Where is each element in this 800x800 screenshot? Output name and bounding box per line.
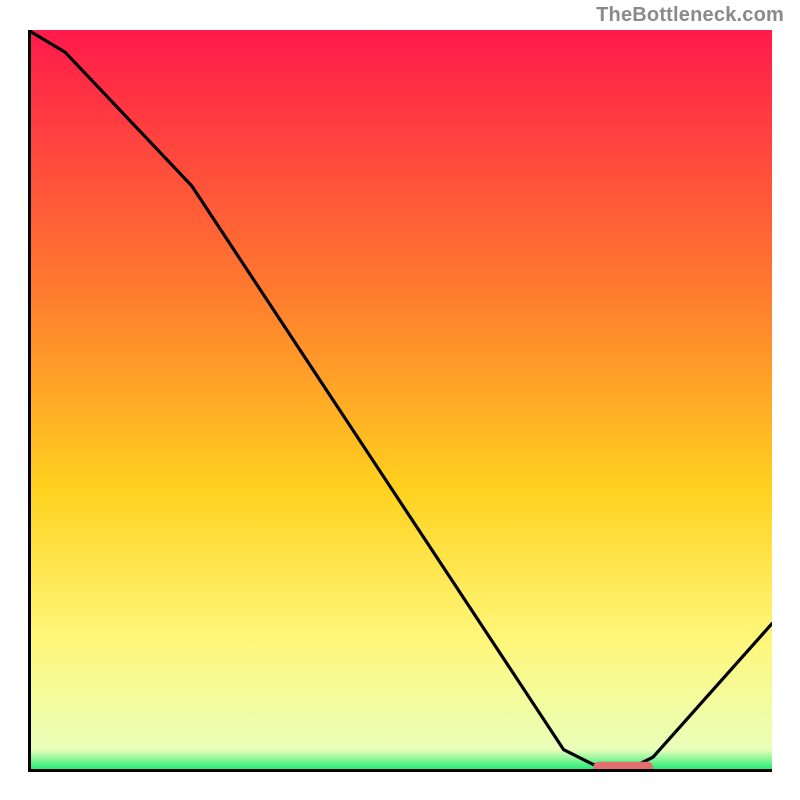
chart-svg — [28, 30, 772, 772]
chart-stage: TheBottleneck.com — [0, 0, 800, 800]
attribution-label: TheBottleneck.com — [596, 4, 784, 27]
gradient-background — [28, 30, 772, 772]
plot-area — [28, 30, 772, 772]
